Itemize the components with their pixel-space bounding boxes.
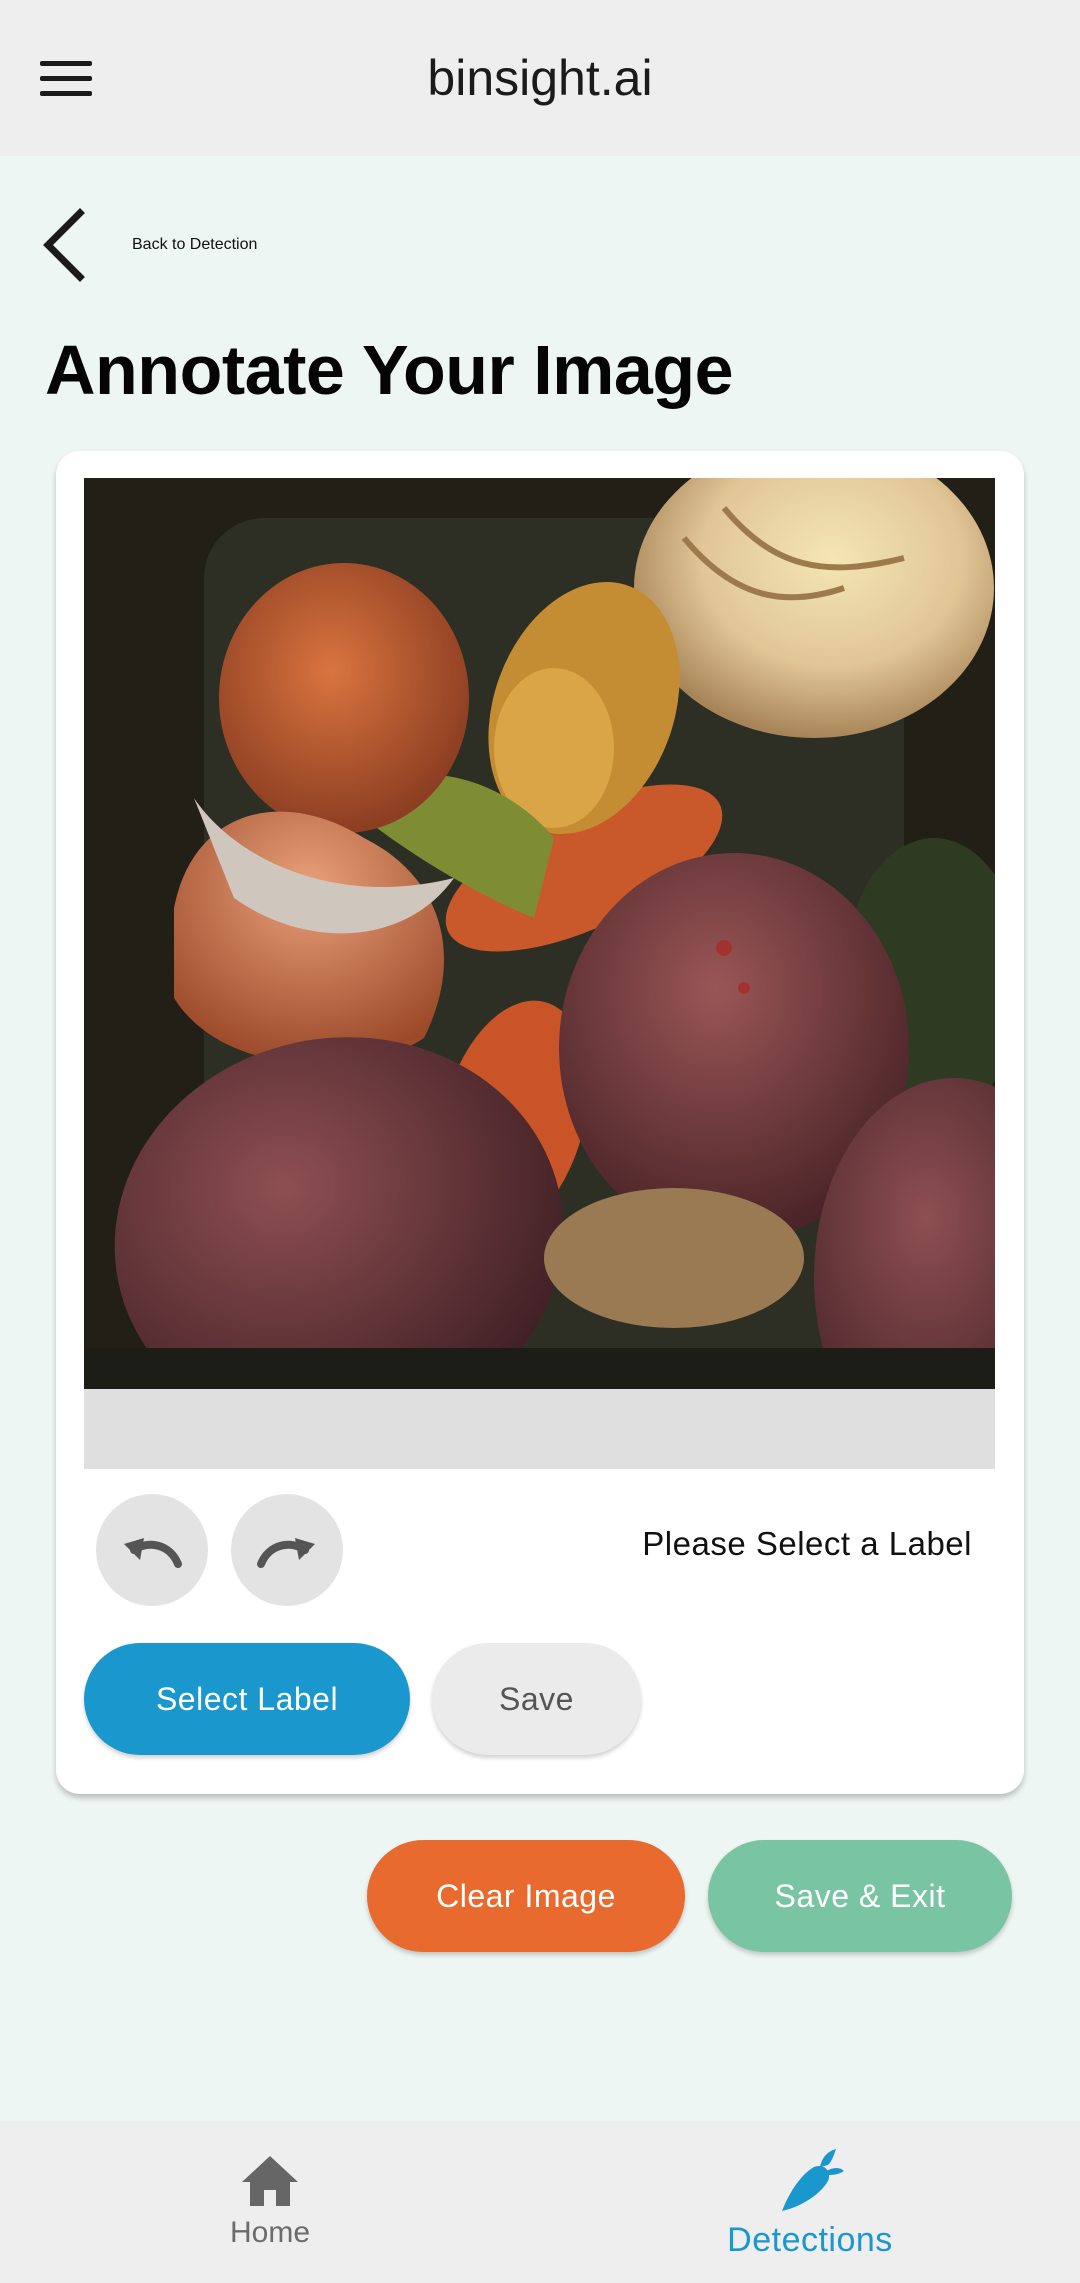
food-waste-photo (84, 478, 995, 1389)
undo-button[interactable] (96, 1494, 208, 1606)
nav-label-home: Home (229, 2216, 311, 2249)
app-title: binsight.ai (427, 50, 653, 106)
select-label-button[interactable]: Select Label (84, 1643, 410, 1755)
canvas-footer-strip (84, 1389, 995, 1469)
save-and-exit-button[interactable]: Save & Exit (708, 1840, 1012, 1952)
chevron-left-icon (43, 208, 85, 282)
undo-icon (124, 1538, 182, 1568)
clear-image-button[interactable]: Clear Image (367, 1840, 685, 1952)
save-button[interactable]: Save (432, 1643, 641, 1755)
carrot-icon (782, 2148, 844, 2211)
nav-item-detections[interactable]: Detections (660, 2121, 960, 2283)
top-app-bar: binsight.ai (0, 0, 1080, 156)
bottom-navigation: Home Detections (0, 2121, 1080, 2283)
annotation-canvas[interactable] (84, 478, 995, 1389)
nav-label-detections: Detections (727, 2220, 893, 2259)
page-title: Annotate Your Image (45, 331, 734, 409)
back-link-label: Back to Detection (132, 236, 258, 253)
label-status-text: Please Select a Label (642, 1525, 972, 1562)
redo-button[interactable] (231, 1494, 343, 1606)
home-icon (242, 2156, 298, 2206)
back-to-detection-link[interactable]: Back to Detection (40, 205, 257, 285)
annotation-card: Please Select a Label Select Label Save (56, 451, 1024, 1794)
redo-icon (257, 1538, 315, 1568)
nav-item-home[interactable]: Home (120, 2121, 420, 2283)
